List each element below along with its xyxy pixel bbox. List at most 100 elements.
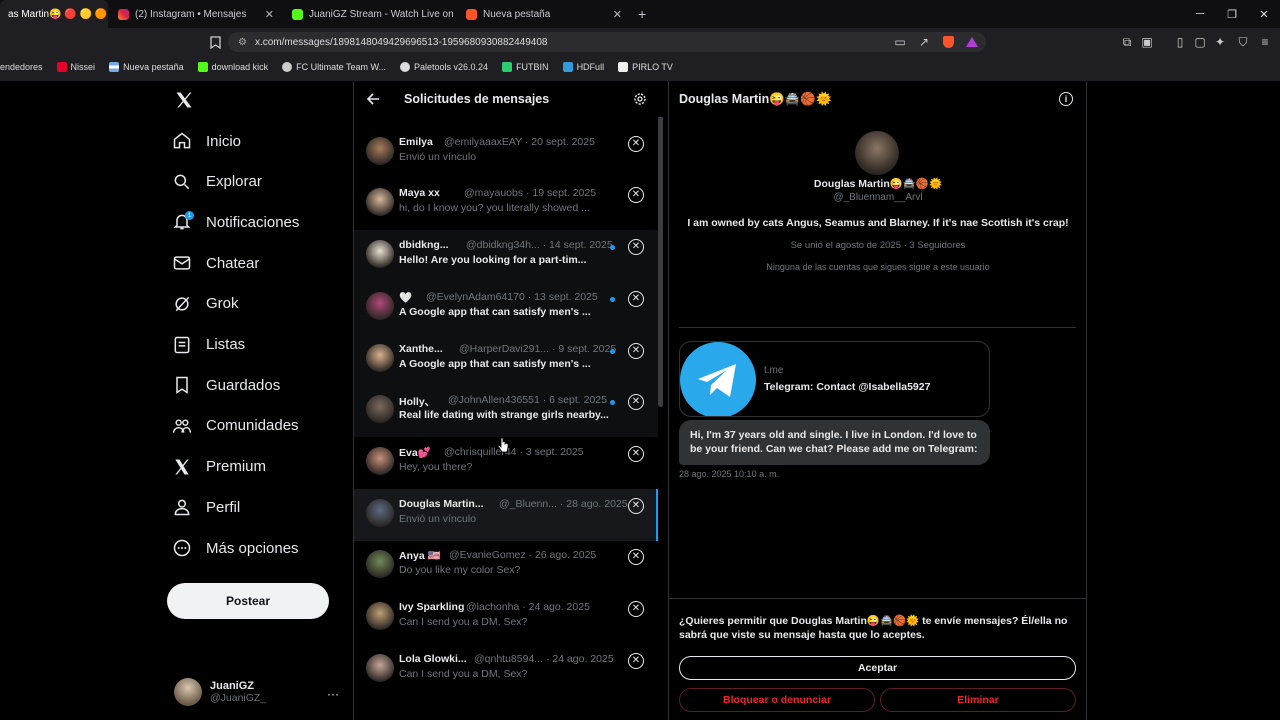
close-icon[interactable]: ✕ bbox=[265, 8, 274, 21]
list-item[interactable]: dbidkng... @dbidkng34h... · 14 sept. 2025… bbox=[354, 230, 658, 283]
menu-icon[interactable]: ≡ bbox=[1255, 32, 1275, 52]
back-arrow-icon[interactable] bbox=[366, 92, 380, 111]
list-item[interactable]: Douglas Martin... @_Bluenn... · 28 ago. 2… bbox=[354, 488, 658, 541]
telegram-link-card[interactable]: t.me Telegram: Contact @Isabella5927 bbox=[679, 341, 990, 417]
scrollbar[interactable] bbox=[658, 105, 663, 407]
post-button[interactable]: Postear bbox=[167, 583, 329, 619]
profile-name[interactable]: Douglas Martin😜🚔🏀🌞 bbox=[669, 177, 1087, 190]
close-icon[interactable]: ✕ bbox=[613, 8, 622, 21]
list-item[interactable]: Emilya @emilyaaaxEAY · 20 sept. 2025 Envió… bbox=[354, 127, 658, 179]
maximize-icon[interactable]: ❐ bbox=[1216, 0, 1248, 28]
sender-handle-date: @emilyaaaxEAY · 20 sept. 2025 bbox=[444, 135, 595, 148]
message-preview: A Google app that can satisfy men's ... bbox=[399, 305, 591, 318]
x-logo-icon[interactable] bbox=[174, 90, 196, 112]
vpn-icon[interactable]: ⛉ bbox=[1233, 32, 1253, 52]
sidebar-item-guardados[interactable]: Guardados bbox=[172, 372, 280, 398]
prompt-text: ¿Quieres permitir que Douglas Martin😜🚔🏀🌞… bbox=[679, 615, 1068, 641]
dismiss-x-icon[interactable]: ✕ bbox=[628, 290, 644, 307]
bookmark-label: FC Ultimate Team W... bbox=[296, 62, 386, 72]
notification-badge: 1 bbox=[185, 211, 194, 220]
bookmark-item[interactable]: download kick bbox=[197, 62, 268, 72]
sidebar-item-perfil[interactable]: Perfil bbox=[172, 494, 240, 520]
avatar bbox=[366, 446, 394, 475]
dismiss-x-icon[interactable]: ✕ bbox=[628, 394, 644, 411]
dismiss-x-icon[interactable]: ✕ bbox=[628, 601, 644, 617]
bookmark-item[interactable]: PIRLO TV bbox=[618, 62, 673, 72]
more-circle-icon bbox=[173, 539, 191, 557]
sidebar-item-listas[interactable]: Listas bbox=[172, 332, 245, 358]
dismiss-x-icon[interactable]: ✕ bbox=[628, 135, 644, 152]
bookmark-item[interactable]: HDFull bbox=[562, 62, 604, 72]
dismiss-x-icon[interactable]: ✕ bbox=[628, 445, 644, 462]
sidebar-toggle-icon[interactable]: ▯ bbox=[1170, 32, 1190, 52]
bookmark-item[interactable]: FC Ultimate Team W... bbox=[282, 62, 386, 72]
tab-instagram[interactable]: (2) Instagram • Mensajes ✕ bbox=[110, 0, 282, 28]
new-tab-button[interactable]: + bbox=[630, 0, 650, 28]
leo-ai-icon[interactable]: ✦ bbox=[1210, 32, 1230, 52]
bookmark-item[interactable]: FUTBIN bbox=[502, 62, 549, 72]
window-close-icon[interactable]: ✕ bbox=[1248, 0, 1280, 28]
list-item[interactable]: Ivy Sparkling @lachonha · 24 ago. 2025 Can… bbox=[354, 592, 658, 644]
message-preview: A Google app that can satisfy men's ... bbox=[399, 357, 591, 370]
list-item[interactable]: Anya 🇺🇸 @EvanieGomez · 26 ago. 2025 Do you… bbox=[354, 540, 658, 592]
person-icon bbox=[174, 499, 190, 516]
dismiss-x-icon[interactable]: ✕ bbox=[628, 187, 644, 204]
extensions-icon[interactable]: ⧉ bbox=[1117, 32, 1137, 52]
sender-handle-date: @EvanieGomez · 26 ago. 2025 bbox=[449, 549, 597, 562]
dismiss-x-icon[interactable]: ✕ bbox=[628, 549, 644, 566]
sidebar-item-chatear[interactable]: Chatear bbox=[172, 250, 259, 276]
dismiss-x-icon[interactable]: ✕ bbox=[628, 652, 644, 669]
message-bubble[interactable]: Hi, I'm 37 years old and single. I live … bbox=[679, 420, 990, 465]
list-item[interactable]: 🤍 @EvelynAdam64170 · 13 sept. 2025 A Googl… bbox=[354, 281, 658, 334]
profile-mutual-note: Ninguna de las cuentas que sigues sigue … bbox=[766, 262, 990, 272]
bookmark-item[interactable]: Nueva pestaña bbox=[109, 62, 184, 72]
message-preview: Can I send you a DM, Sex? bbox=[399, 667, 528, 680]
site-settings-icon[interactable]: ⚙ bbox=[238, 37, 247, 48]
bookmark-page-icon[interactable] bbox=[205, 32, 225, 52]
instagram-icon bbox=[118, 8, 129, 20]
accept-button[interactable]: Aceptar bbox=[679, 656, 1076, 680]
delete-button[interactable]: Eliminar bbox=[880, 688, 1076, 712]
dismiss-x-icon[interactable]: ✕ bbox=[628, 239, 644, 256]
share-icon[interactable]: ↗ bbox=[914, 32, 934, 52]
dismiss-x-icon[interactable]: ✕ bbox=[628, 342, 644, 359]
settings-gear-icon[interactable] bbox=[633, 92, 647, 111]
brave-shields-icon[interactable] bbox=[938, 32, 958, 52]
sidebar-item-grok[interactable]: Grok bbox=[172, 291, 239, 317]
dismiss-x-icon[interactable]: ✕ bbox=[628, 497, 644, 514]
more-icon[interactable]: ··· bbox=[327, 687, 339, 701]
sidebar-item-premium[interactable]: Premium bbox=[172, 454, 266, 480]
sidebar-item-explorar[interactable]: Explorar bbox=[172, 169, 262, 195]
tab-x-messages[interactable]: as Martin😜 🔴 🟡 🟠 ✕ bbox=[0, 0, 108, 28]
sender-name: Eva💕 bbox=[399, 446, 431, 459]
list-item[interactable]: Lola Glowki... @qnhtu8594... · 24 ago. 20… bbox=[354, 644, 658, 696]
grok-icon bbox=[175, 296, 190, 311]
sidebar-item-label: Más opciones bbox=[206, 539, 299, 557]
list-item[interactable]: Xanthe... @HarperDavi291... · 9 sept. 202… bbox=[354, 333, 658, 386]
list-item[interactable]: Maya xx @mayauobs · 19 sept. 2025 hi, do I… bbox=[354, 178, 658, 230]
info-icon[interactable]: i bbox=[1059, 92, 1073, 106]
sidebar-item-inicio[interactable]: Inicio bbox=[172, 128, 241, 154]
bookmark-item[interactable]: Paletools v26.0.24 bbox=[400, 62, 488, 72]
wallet-icon[interactable]: ▢ bbox=[1190, 32, 1210, 52]
tab-new[interactable]: Nueva pestaña ✕ bbox=[458, 0, 630, 28]
bookmark-label: FUTBIN bbox=[516, 62, 549, 72]
sender-name: dbidkng... bbox=[399, 239, 449, 252]
tab-search-icon[interactable]: ▣ bbox=[1137, 32, 1157, 52]
bookmark-item[interactable]: endedores bbox=[0, 62, 43, 72]
sidebar-item-comunidades[interactable]: Comunidades bbox=[172, 413, 299, 439]
link-title: Telegram: Contact @Isabella5927 bbox=[764, 381, 931, 393]
sidebar-item-msopciones[interactable]: Más opciones bbox=[172, 535, 299, 561]
browser-chrome: as Martin😜 🔴 🟡 🟠 ✕ (2) Instagram • Mensa… bbox=[0, 0, 1280, 81]
account-switcher[interactable]: JuaniGZ @JuaniGZ_ bbox=[174, 678, 266, 706]
bookmark-label: PIRLO TV bbox=[632, 62, 673, 72]
block-report-button[interactable]: Bloquear o denunciar bbox=[679, 688, 875, 712]
tab-kick[interactable]: JuaniGZ Stream - Watch Live on ✕ bbox=[284, 0, 456, 28]
cast-icon[interactable]: ▭ bbox=[890, 32, 910, 52]
bookmark-item[interactable]: Nissei bbox=[56, 62, 95, 72]
address-bar[interactable]: ⚙ x.com/messages/1898148049429696513-195… bbox=[228, 32, 986, 52]
profile-avatar[interactable] bbox=[855, 131, 899, 175]
minimize-icon[interactable]: ─ bbox=[1184, 0, 1216, 28]
list-item[interactable]: Holly、 @JohnAllen436551 · 6 sept. 2025 Rea… bbox=[354, 385, 658, 438]
brave-rewards-icon[interactable] bbox=[962, 32, 982, 52]
